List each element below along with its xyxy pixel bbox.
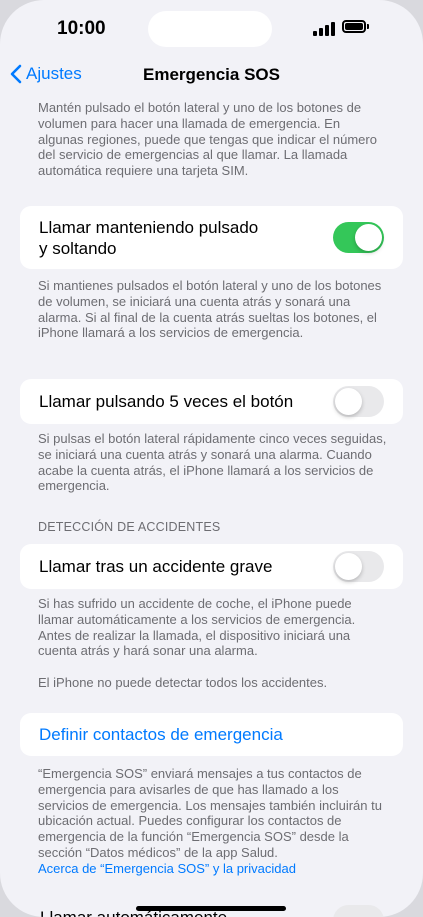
page-title: Emergencia SOS (142, 65, 280, 84)
five-presses-label: Llamar pulsando 5 veces el botón (39, 392, 294, 411)
hold-release-label: Llamar manteniendo pulsado y soltando (39, 217, 258, 259)
privacy-link[interactable]: Acerca de “Emergencia SOS” y la privacid… (38, 861, 388, 877)
emergency-contacts-footer-text: “Emergencia SOS” enviará mensajes a tus … (38, 766, 382, 860)
auto-call-toggle[interactable] (333, 905, 384, 917)
toggle-knob (335, 388, 362, 415)
home-indicator[interactable] (136, 906, 286, 911)
toggle-knob (335, 553, 362, 580)
battery-tip (367, 24, 369, 29)
crash-detection-note: El iPhone no puede detectar todos los ac… (38, 675, 328, 690)
settings-screen: 10:00 Ajustes Emergencia SOS Mantén puls… (0, 0, 423, 917)
crash-detection-label: Llamar tras un accidente grave (39, 557, 273, 576)
five-presses-cell: Llamar pulsando 5 veces el botón (20, 379, 403, 424)
hold-release-label-line1: Llamar manteniendo pulsado (39, 218, 259, 237)
hold-release-label-line2: y soltando (39, 239, 117, 258)
intro-description: Mantén pulsado el botón lateral y uno de… (38, 100, 377, 179)
hold-release-toggle[interactable] (333, 222, 384, 253)
emergency-contacts-footer: “Emergencia SOS” enviará mensajes a tus … (38, 766, 388, 877)
crash-detection-footer: Si has sufrido un accidente de coche, el… (38, 596, 356, 659)
toggle-knob (355, 224, 382, 251)
crash-detection-toggle[interactable] (333, 551, 384, 582)
five-presses-footer: Si pulsas el botón lateral rápidamente c… (38, 431, 387, 494)
cellular-signal-icon (313, 22, 335, 36)
five-presses-toggle[interactable] (333, 386, 384, 417)
crash-detection-header: DETECCIÓN DE ACCIDENTES (38, 520, 221, 534)
battery-icon (342, 20, 366, 33)
hold-release-footer: Si mantienes pulsados el botón lateral y… (38, 278, 382, 341)
dynamic-island (148, 11, 272, 47)
hold-release-cell: Llamar manteniendo pulsado y soltando (20, 206, 403, 269)
emergency-contacts-link[interactable]: Definir contactos de emergencia (39, 724, 283, 745)
crash-detection-cell: Llamar tras un accidente grave (20, 544, 403, 589)
status-time: 10:00 (57, 18, 106, 39)
emergency-contacts-cell[interactable]: Definir contactos de emergencia (20, 713, 403, 756)
